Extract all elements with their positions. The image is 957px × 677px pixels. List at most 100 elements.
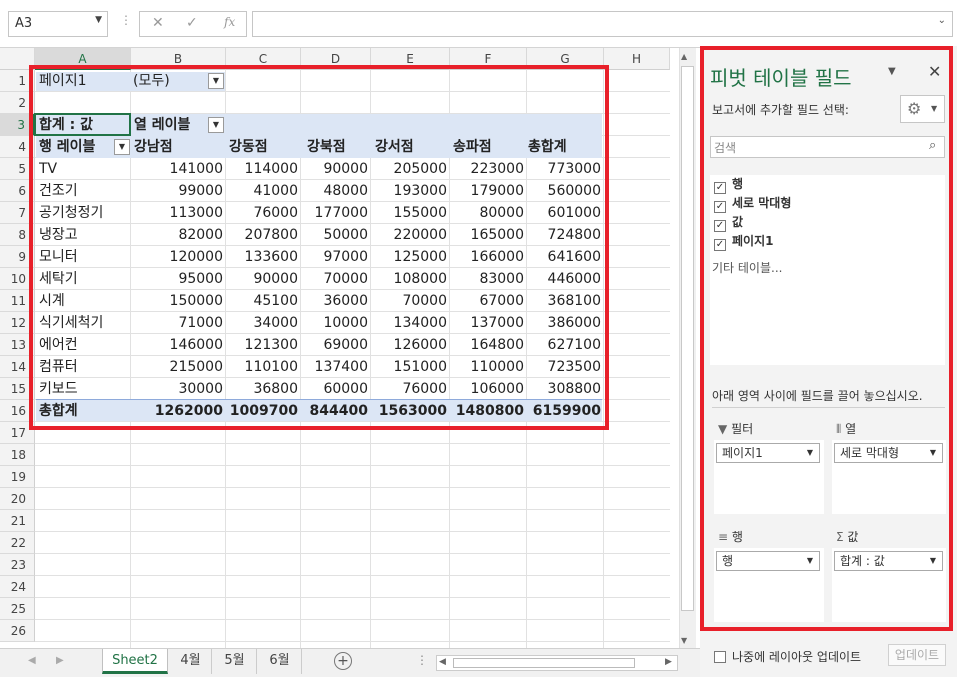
drag-handle-icon[interactable]: ⋮ (120, 13, 132, 27)
field-search-input[interactable]: 검색 ⌕ (710, 136, 945, 158)
horizontal-scroll-thumb[interactable] (453, 658, 635, 668)
field-row[interactable]: ✓ 행 (714, 175, 743, 194)
pivot-value-cell: 121300 (244, 337, 298, 353)
row-header-26[interactable]: 26 (0, 620, 35, 642)
checkbox-checked-icon[interactable]: ✓ (714, 182, 726, 194)
chevron-down-icon[interactable]: ▼ (807, 444, 813, 462)
scroll-up-icon[interactable]: ▲ (681, 52, 687, 61)
row-header-17[interactable]: 17 (0, 422, 35, 444)
split-handle-icon[interactable]: ⋮ (416, 653, 428, 667)
filter-dropdown-icon[interactable]: ▼ (208, 73, 224, 89)
pivot-row-label: 공기청정기 (39, 205, 104, 221)
row-header-21[interactable]: 21 (0, 510, 35, 532)
tab-april[interactable]: 4월 (170, 649, 212, 674)
checkbox-checked-icon[interactable]: ✓ (714, 220, 726, 232)
worksheet-grid[interactable]: A B C D E F G H 1 2 3 4 5 6 7 8 9 10 11 12 13 14 15 16 17 18 19 20 2… (0, 48, 670, 648)
add-sheet-icon[interactable]: + (334, 652, 352, 670)
tab-may[interactable]: 5월 (213, 649, 257, 674)
tab-sheet2[interactable]: Sheet2 (102, 649, 168, 674)
pivot-value-cell: 151000 (393, 359, 447, 375)
pane-subtitle: 보고서에 추가할 필드 선택: (712, 103, 849, 117)
row-header-9[interactable]: 9 (0, 246, 35, 268)
name-box[interactable]: A3 ▼ (8, 11, 108, 37)
insert-function-icon[interactable]: fx (224, 15, 235, 29)
grand-total-value: 1262000 (154, 403, 223, 419)
drag-hint: 아래 영역 사이에 필드를 끌어 놓으십시오. (712, 389, 923, 403)
row-header-4[interactable]: 4 (0, 136, 35, 158)
values-field-pill[interactable]: 합계 : 값 ▼ (834, 551, 943, 571)
pivot-row-label: 키보드 (39, 381, 78, 397)
chevron-down-icon[interactable]: ▼ (807, 552, 813, 570)
filter-field-pill[interactable]: 페이지1 ▼ (716, 443, 820, 463)
column-header-e[interactable]: E (371, 48, 450, 70)
columns-field-pill[interactable]: 세로 막대형 ▼ (834, 443, 943, 463)
field-page1[interactable]: ✓ 페이지1 (714, 232, 773, 251)
column-filter-dropdown-icon[interactable]: ▼ (208, 117, 224, 133)
row-header-12[interactable]: 12 (0, 312, 35, 334)
row-header-3[interactable]: 3 (0, 114, 35, 136)
column-header-b[interactable]: B (131, 48, 226, 70)
column-header-f[interactable]: F (450, 48, 527, 70)
cancel-icon[interactable]: ✕ (152, 15, 164, 31)
close-icon[interactable]: ✕ (928, 62, 941, 81)
row-header-5[interactable]: 5 (0, 158, 35, 180)
row-header-24[interactable]: 24 (0, 576, 35, 598)
row-header-22[interactable]: 22 (0, 532, 35, 554)
update-button[interactable]: 업데이트 (888, 644, 946, 666)
tab-june[interactable]: 6월 (258, 649, 302, 674)
checkbox-checked-icon[interactable]: ✓ (714, 201, 726, 213)
field-column[interactable]: ✓ 세로 막대형 (714, 194, 791, 213)
scroll-left-icon[interactable]: ◀ (439, 657, 446, 667)
zone-columns-header: ⦀ 열 (836, 420, 856, 437)
rows-field-pill[interactable]: 행 ▼ (716, 551, 820, 571)
search-icon[interactable]: ⌕ (929, 138, 936, 153)
enter-icon[interactable]: ✓ (186, 15, 198, 31)
row-header-16[interactable]: 16 (0, 400, 35, 422)
checkbox-checked-icon[interactable]: ✓ (714, 239, 726, 251)
row-header-23[interactable]: 23 (0, 554, 35, 576)
chevron-down-icon[interactable]: ▼ (95, 15, 102, 25)
next-sheet-icon[interactable]: ▶ (56, 655, 64, 666)
row-header-18[interactable]: 18 (0, 444, 35, 466)
column-header-h[interactable]: H (604, 48, 670, 70)
vertical-scroll-thumb[interactable] (681, 66, 694, 611)
column-header-a[interactable]: A (35, 48, 131, 70)
row-header-19[interactable]: 19 (0, 466, 35, 488)
row-header-25[interactable]: 25 (0, 598, 35, 620)
row-header-2[interactable]: 2 (0, 92, 35, 114)
chevron-down-icon[interactable]: ▼ (930, 552, 936, 570)
formula-input[interactable]: ⌄ (252, 11, 953, 37)
grand-total-label: 총합계 (39, 403, 78, 419)
prev-sheet-icon[interactable]: ◀ (28, 655, 36, 666)
defer-update-checkbox[interactable]: 나중에 레이아웃 업데이트 (714, 648, 861, 665)
select-all-corner[interactable] (0, 48, 35, 70)
column-header-c[interactable]: C (226, 48, 301, 70)
row-header-14[interactable]: 14 (0, 356, 35, 378)
tools-button[interactable]: ⚙ ▼ (900, 95, 945, 123)
column-header-d[interactable]: D (301, 48, 371, 70)
row-header-1[interactable]: 1 (0, 70, 35, 92)
checkbox-unchecked-icon[interactable] (714, 651, 726, 663)
pivot-row-label: 시계 (39, 293, 65, 309)
row-header-7[interactable]: 7 (0, 202, 35, 224)
pane-options-icon[interactable]: ▼ (888, 66, 896, 77)
scroll-down-icon[interactable]: ▼ (681, 636, 687, 645)
pivot-value-cell: 95000 (178, 271, 223, 287)
field-value[interactable]: ✓ 값 (714, 213, 743, 232)
column-header-g[interactable]: G (527, 48, 604, 70)
row-header-10[interactable]: 10 (0, 268, 35, 290)
pivot-value-cell: 193000 (393, 183, 447, 199)
row-header-11[interactable]: 11 (0, 290, 35, 312)
more-tables-link[interactable]: 기타 테이블... (712, 259, 782, 276)
row-header-8[interactable]: 8 (0, 224, 35, 246)
row-header-6[interactable]: 6 (0, 180, 35, 202)
row-filter-dropdown-icon[interactable]: ▼ (114, 139, 130, 155)
row-header-20[interactable]: 20 (0, 488, 35, 510)
chevron-down-icon[interactable]: ▼ (930, 444, 936, 462)
row-header-15[interactable]: 15 (0, 378, 35, 400)
pivot-value-cell: 99000 (178, 183, 223, 199)
horizontal-scrollbar[interactable]: ◀ ▶ (436, 655, 678, 671)
scroll-right-icon[interactable]: ▶ (665, 657, 672, 667)
row-header-13[interactable]: 13 (0, 334, 35, 356)
expand-formula-icon[interactable]: ⌄ (938, 15, 946, 26)
